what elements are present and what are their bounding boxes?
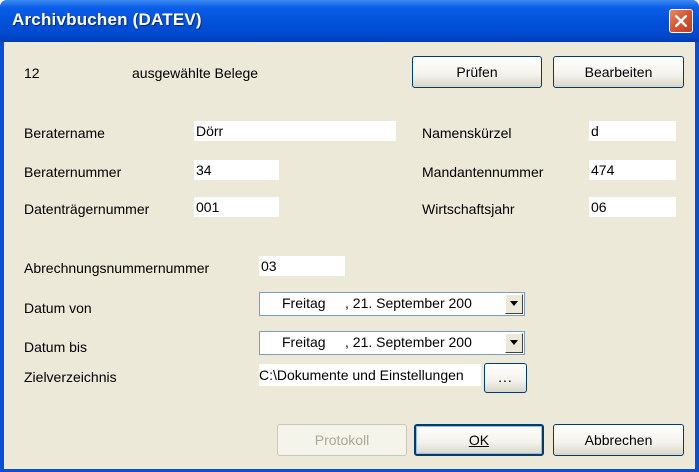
- target-dir-value: C:\Dokumente und Einstellungen: [259, 367, 464, 383]
- ok-button[interactable]: OK: [414, 424, 544, 456]
- wirtschaftsjahr-label: Wirtschaftsjahr: [422, 201, 515, 217]
- chevron-down-icon: [510, 301, 518, 306]
- date-from-dropdown-button[interactable]: [505, 294, 523, 314]
- beratername-field[interactable]: Dörr: [194, 121, 396, 141]
- mandantennummer-label: Mandantennummer: [422, 164, 544, 180]
- chevron-down-icon: [510, 340, 518, 345]
- target-dir-field[interactable]: C:\Dokumente und Einstellungen: [259, 364, 481, 386]
- date-to-weekday[interactable]: Freitag: [282, 334, 326, 350]
- beraternummer-field[interactable]: 34: [194, 160, 279, 180]
- dialog-body: 12 ausgewählte Belege Prüfen Bearbeiten …: [4, 42, 695, 469]
- date-from-picker[interactable]: Freitag , 21. September 200: [259, 292, 525, 316]
- edit-button[interactable]: Bearbeiten: [553, 56, 684, 88]
- dialog-window: Archivbuchen (DATEV) 12 ausgewählte Bele…: [0, 0, 699, 472]
- check-button[interactable]: Prüfen: [412, 56, 542, 88]
- date-to-dropdown-button[interactable]: [505, 333, 523, 353]
- ok-label: OK: [468, 432, 490, 448]
- date-from-weekday[interactable]: Freitag: [282, 295, 326, 311]
- date-to-label: Datum bis: [24, 339, 88, 355]
- beratername-label: Beratername: [24, 125, 105, 141]
- namenskuerzel-label: Namenskürzel: [422, 125, 512, 141]
- datentraegernummer-field[interactable]: 001: [194, 197, 279, 217]
- title-bar[interactable]: Archivbuchen (DATEV): [0, 0, 699, 42]
- beraternummer-label: Beraternummer: [24, 164, 122, 180]
- close-icon: [675, 15, 687, 27]
- mandantennummer-field[interactable]: 474: [589, 160, 676, 180]
- close-button[interactable]: [669, 9, 693, 33]
- cancel-button[interactable]: Abbrechen: [553, 424, 684, 456]
- namenskuerzel-field[interactable]: d: [589, 121, 676, 141]
- selected-label: ausgewählte Belege: [132, 65, 259, 81]
- selected-count: 12: [24, 65, 40, 81]
- browse-button[interactable]: ...: [484, 363, 527, 393]
- date-from-label: Datum von: [24, 300, 92, 316]
- target-dir-label: Zielverzeichnis: [24, 369, 117, 385]
- wirtschaftsjahr-field[interactable]: 06: [589, 197, 676, 217]
- abrechnungsnummer-field[interactable]: 03: [259, 256, 345, 276]
- abrechnungsnummer-label: Abrechnungsnummernummer: [24, 260, 210, 276]
- window-title: Archivbuchen (DATEV): [12, 10, 202, 29]
- protocol-button[interactable]: Protokoll: [277, 424, 407, 456]
- date-to-picker[interactable]: Freitag , 21. September 200: [259, 331, 525, 355]
- date-to-value[interactable]: , 21. September 200: [345, 334, 472, 350]
- datentraegernummer-label: Datenträgernummer: [24, 201, 150, 217]
- date-from-value[interactable]: , 21. September 200: [345, 295, 472, 311]
